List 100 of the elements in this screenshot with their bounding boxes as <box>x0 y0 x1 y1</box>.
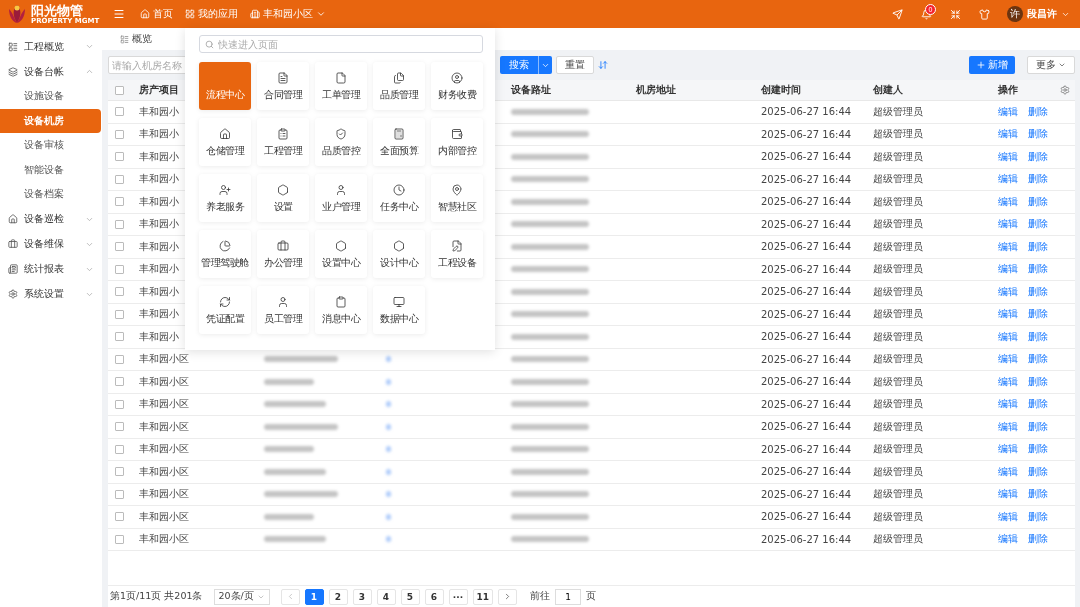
nav-link[interactable]: 丰和园小区 <box>244 7 332 21</box>
row-checkbox[interactable] <box>115 399 124 409</box>
shrink-icon[interactable] <box>950 8 961 20</box>
row-checkbox[interactable] <box>115 219 124 229</box>
app-tile[interactable]: 员工管理 <box>257 286 309 334</box>
nav-link[interactable]: 我的应用 <box>179 7 244 21</box>
delete-link[interactable]: 删除 <box>1028 352 1048 367</box>
next-page-button[interactable] <box>498 588 518 605</box>
delete-link[interactable]: 删除 <box>1028 442 1048 457</box>
app-tile[interactable]: 设置 <box>257 174 309 222</box>
edit-link[interactable]: 编辑 <box>998 397 1018 412</box>
delete-link[interactable]: 删除 <box>1028 262 1048 277</box>
app-tile[interactable]: 流程中心 <box>199 62 251 110</box>
app-tile[interactable]: 合同管理 <box>257 62 309 110</box>
page-size-select[interactable]: 20条/页 <box>213 588 270 605</box>
app-tile[interactable]: 品质管控 <box>315 118 367 166</box>
delete-link[interactable]: 删除 <box>1028 104 1048 119</box>
reset-button[interactable]: 重置 <box>556 56 594 74</box>
delete-link[interactable]: 删除 <box>1028 509 1048 524</box>
settings-icon[interactable] <box>1060 85 1070 95</box>
sidebar-subitem[interactable]: 智能设备 <box>0 157 101 182</box>
page-button[interactable]: 3 <box>352 588 372 605</box>
app-tile[interactable]: 数据中心 <box>373 286 425 334</box>
app-tile[interactable]: 内部管控 <box>431 118 483 166</box>
delete-link[interactable]: 删除 <box>1028 194 1048 209</box>
app-tile[interactable]: 任务中心 <box>373 174 425 222</box>
delete-link[interactable]: 删除 <box>1028 419 1048 434</box>
row-checkbox[interactable] <box>115 377 124 387</box>
sidebar-subitem[interactable]: 设备机房 <box>0 108 101 133</box>
row-checkbox[interactable] <box>115 422 124 432</box>
search-button[interactable]: 搜索 <box>500 56 552 74</box>
row-checkbox[interactable] <box>115 287 124 297</box>
app-tile[interactable]: 品质管理 <box>373 62 425 110</box>
page-button[interactable]: 2 <box>328 588 348 605</box>
page-button[interactable]: 4 <box>376 588 396 605</box>
row-checkbox[interactable] <box>115 107 124 117</box>
sidebar-item[interactable]: 统计报表 <box>0 256 102 282</box>
row-checkbox[interactable] <box>115 309 124 319</box>
edit-link[interactable]: 编辑 <box>998 329 1018 344</box>
shirt-icon[interactable] <box>979 8 990 20</box>
send-icon[interactable] <box>892 8 903 20</box>
app-tile[interactable]: 仓储管理 <box>199 118 251 166</box>
page-button[interactable]: 11 <box>472 588 494 605</box>
select-all-checkbox[interactable] <box>115 85 124 95</box>
delete-link[interactable]: 删除 <box>1028 464 1048 479</box>
sidebar-item[interactable]: 设备台帐 <box>0 59 102 84</box>
quick-search-field[interactable]: 快速进入页面 <box>199 35 483 53</box>
row-checkbox[interactable] <box>115 354 124 364</box>
sidebar-subitem[interactable]: 设施设备 <box>0 84 101 109</box>
sidebar-item[interactable]: 工程概览 <box>0 34 102 59</box>
row-checkbox[interactable] <box>115 534 124 544</box>
delete-link[interactable]: 删除 <box>1028 397 1048 412</box>
app-tile[interactable]: 全面预算 <box>373 118 425 166</box>
edit-link[interactable]: 编辑 <box>998 172 1018 187</box>
sidebar-item[interactable]: 系统设置 <box>0 281 102 307</box>
edit-link[interactable]: 编辑 <box>998 262 1018 277</box>
add-button[interactable]: 新增 <box>969 56 1015 74</box>
delete-link[interactable]: 删除 <box>1028 307 1048 322</box>
edit-link[interactable]: 编辑 <box>998 509 1018 524</box>
app-tile[interactable]: 养老服务 <box>199 174 251 222</box>
delete-link[interactable]: 删除 <box>1028 329 1048 344</box>
edit-link[interactable]: 编辑 <box>998 374 1018 389</box>
row-checkbox[interactable] <box>115 489 124 499</box>
row-checkbox[interactable] <box>115 242 124 252</box>
app-tile[interactable]: 凭证配置 <box>199 286 251 334</box>
user-menu[interactable]: 许 段昌许 <box>1007 6 1070 22</box>
edit-link[interactable]: 编辑 <box>998 442 1018 457</box>
goto-page-field[interactable]: 1 <box>555 588 582 605</box>
sort-icon[interactable] <box>598 60 608 70</box>
app-tile[interactable]: 办公管理 <box>257 230 309 278</box>
delete-link[interactable]: 删除 <box>1028 532 1048 547</box>
app-tile[interactable]: 财务收费 <box>431 62 483 110</box>
edit-link[interactable]: 编辑 <box>998 149 1018 164</box>
delete-link[interactable]: 删除 <box>1028 217 1048 232</box>
app-tile[interactable]: 工程管理 <box>257 118 309 166</box>
edit-link[interactable]: 编辑 <box>998 464 1018 479</box>
sidebar-item[interactable]: 设备巡检 <box>0 206 102 232</box>
app-tile[interactable]: 工单管理 <box>315 62 367 110</box>
app-tile[interactable]: 设置中心 <box>315 230 367 278</box>
page-button[interactable]: 1 <box>304 588 324 605</box>
row-checkbox[interactable] <box>115 444 124 454</box>
sidebar-subitem[interactable]: 设备审核 <box>0 133 101 158</box>
row-checkbox[interactable] <box>115 152 124 162</box>
app-tile[interactable]: 管理驾驶舱 <box>199 230 251 278</box>
edit-link[interactable]: 编辑 <box>998 352 1018 367</box>
delete-link[interactable]: 删除 <box>1028 149 1048 164</box>
row-checkbox[interactable] <box>115 264 124 274</box>
delete-link[interactable]: 删除 <box>1028 239 1048 254</box>
edit-link[interactable]: 编辑 <box>998 307 1018 322</box>
delete-link[interactable]: 删除 <box>1028 127 1048 142</box>
app-tile[interactable]: 消息中心 <box>315 286 367 334</box>
delete-link[interactable]: 删除 <box>1028 172 1048 187</box>
row-checkbox[interactable] <box>115 332 124 342</box>
edit-link[interactable]: 编辑 <box>998 194 1018 209</box>
app-tile[interactable]: 工程设备 <box>431 230 483 278</box>
page-button[interactable]: 6 <box>424 588 444 605</box>
edit-link[interactable]: 编辑 <box>998 419 1018 434</box>
row-checkbox[interactable] <box>115 129 124 139</box>
sidebar-item[interactable]: 设备维保 <box>0 231 102 257</box>
menu-icon[interactable] <box>113 8 125 20</box>
